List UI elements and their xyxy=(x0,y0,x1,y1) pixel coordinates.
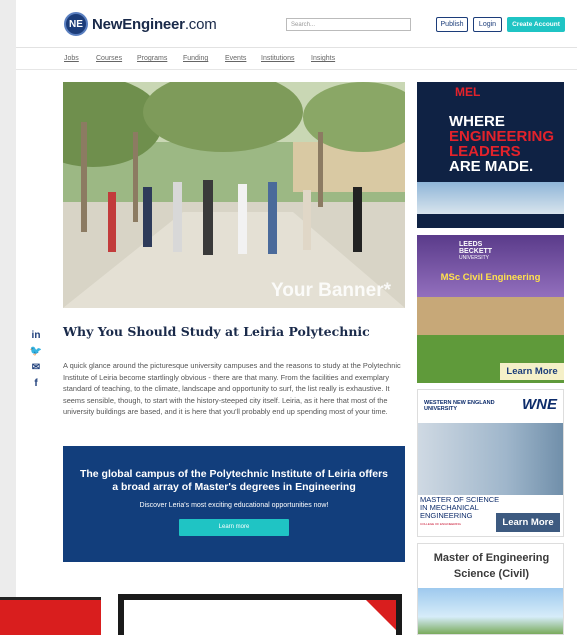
ad-mel[interactable]: MEL WHERE ENGINEERING LEADERS ARE MADE. xyxy=(417,82,564,228)
ad1-header: MEL xyxy=(417,82,564,102)
ad1-slogan: WHERE ENGINEERING LEADERS ARE MADE. xyxy=(417,102,564,174)
nav-item-jobs[interactable]: Jobs xyxy=(64,55,79,62)
ad1-line4: ARE MADE. xyxy=(449,158,534,175)
ad2-title: MSc Civil Engineering xyxy=(440,272,541,283)
ad3-learn-more-button[interactable]: Learn More xyxy=(496,513,560,532)
nav-item-funding[interactable]: Funding xyxy=(183,55,208,62)
ad3-program: MASTER OF SCIENCE IN MECHANICAL ENGINEER… xyxy=(420,495,500,520)
ad3-wne-mark: WNE xyxy=(522,396,557,413)
search-input[interactable]: Search... xyxy=(286,18,411,31)
hero-photo xyxy=(63,82,405,308)
banner-overlay-text: Your Banner* xyxy=(270,280,391,301)
ad3-college: COLLEGE OF ENGINEERING xyxy=(420,522,462,526)
publish-button[interactable]: Publish xyxy=(436,17,468,32)
logo-brand: NewEngineer xyxy=(92,15,185,33)
linkedin-icon[interactable]: in xyxy=(29,330,43,346)
main-nav: Jobs Courses Programs Funding Events Ins… xyxy=(16,48,577,70)
ad2-logo: LEEDS BECKETT UNIVERSITY xyxy=(459,241,492,262)
logo-suffix: .com xyxy=(184,15,217,33)
ad2-logo-line2: BECKETT xyxy=(459,248,493,255)
ad1-line2: ENGINEERING xyxy=(449,128,555,145)
overlay-corner xyxy=(366,600,396,630)
ad4-title: Master of Engineering Science (Civil) xyxy=(433,552,550,580)
create-account-button[interactable]: Create Account xyxy=(507,17,565,32)
nav-item-programs[interactable]: Programs xyxy=(137,55,167,62)
ad1-footer xyxy=(417,214,564,228)
cta-subheading: Discover Leria's most exciting education… xyxy=(139,502,329,509)
article-title: Why You Should Study at Leiria Polytechn… xyxy=(63,324,370,339)
page: NE NewEngineer.com Search... Publish Log… xyxy=(16,0,577,635)
login-button[interactable]: Login xyxy=(473,17,502,32)
social-share-bar: in 🐦 ✉ f xyxy=(29,330,43,394)
logo-badge-icon: NE xyxy=(64,12,88,36)
ad2-logo-line3: UNIVERSITY xyxy=(459,255,490,261)
site-logo[interactable]: NE NewEngineer.com xyxy=(64,12,217,36)
ad-master-engineering-science[interactable]: Master of Engineering Science (Civil) xyxy=(417,543,564,635)
ad2-learn-more-button[interactable]: Learn More xyxy=(500,363,564,380)
learn-more-button[interactable]: Learn more xyxy=(179,519,289,536)
nav-item-institutions[interactable]: Institutions xyxy=(261,55,294,62)
article-body: A quick glance around the picturesque un… xyxy=(63,361,401,417)
ad3-photo xyxy=(418,423,563,495)
facebook-icon[interactable]: f xyxy=(29,378,43,394)
ad-western-new-england[interactable]: WESTERN NEW ENGLAND UNIVERSITY WNE MASTE… xyxy=(417,389,564,537)
cta-heading: The global campus of the Polytechnic Ins… xyxy=(79,468,389,493)
twitter-icon[interactable]: 🐦 xyxy=(29,346,43,362)
ad1-line3: LEADERS xyxy=(449,143,521,160)
site-header: NE NewEngineer.com Search... Publish Log… xyxy=(16,0,577,48)
overlay-window-right xyxy=(118,594,402,635)
nav-item-insights[interactable]: Insights xyxy=(311,55,335,62)
hero-banner[interactable]: Your Banner* xyxy=(63,82,405,308)
ad1-photo xyxy=(417,182,564,217)
ad3-text: MASTER OF SCIENCE IN MECHANICAL ENGINEER… xyxy=(420,496,500,528)
cta-panel: The global campus of the Polytechnic Ins… xyxy=(63,446,405,562)
ad3-logo: WESTERN NEW ENGLAND UNIVERSITY xyxy=(424,400,495,412)
ad1-org: MEL xyxy=(455,85,481,99)
ad-leeds-beckett[interactable]: LEEDS BECKETT UNIVERSITY MSc Civil Engin… xyxy=(417,235,564,383)
ad3-logo-sub: UNIVERSITY xyxy=(424,406,458,412)
ad2-buildings xyxy=(417,297,564,337)
nav-item-courses[interactable]: Courses xyxy=(96,55,122,62)
ad2-logo-line1: LEEDS xyxy=(459,241,483,248)
email-icon[interactable]: ✉ xyxy=(29,362,43,378)
ad4-photo xyxy=(418,588,563,634)
ad1-line1: WHERE xyxy=(449,113,505,130)
logo-text: NewEngineer.com xyxy=(92,16,217,33)
overlay-window-left xyxy=(0,597,101,635)
nav-item-events[interactable]: Events xyxy=(225,55,246,62)
